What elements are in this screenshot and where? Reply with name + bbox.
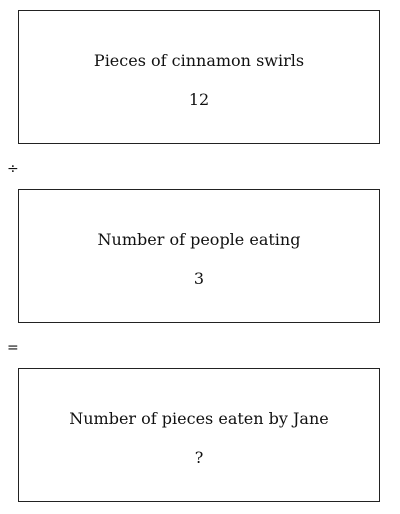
- division-operator: ÷: [7, 161, 19, 177]
- quotient-label: Number of pieces eaten by Jane: [69, 409, 329, 428]
- dividend-label: Pieces of cinnamon swirls: [93, 51, 305, 70]
- divisor-value: 3: [193, 269, 205, 288]
- quotient-box: Number of pieces eaten by Jane ?: [18, 368, 380, 502]
- dividend-value: 12: [188, 90, 210, 109]
- equals-operator: =: [7, 340, 19, 356]
- dividend-box: Pieces of cinnamon swirls 12: [18, 10, 380, 144]
- divisor-label: Number of people eating: [97, 230, 301, 249]
- divisor-box: Number of people eating 3: [18, 189, 380, 323]
- quotient-value: ?: [194, 448, 204, 467]
